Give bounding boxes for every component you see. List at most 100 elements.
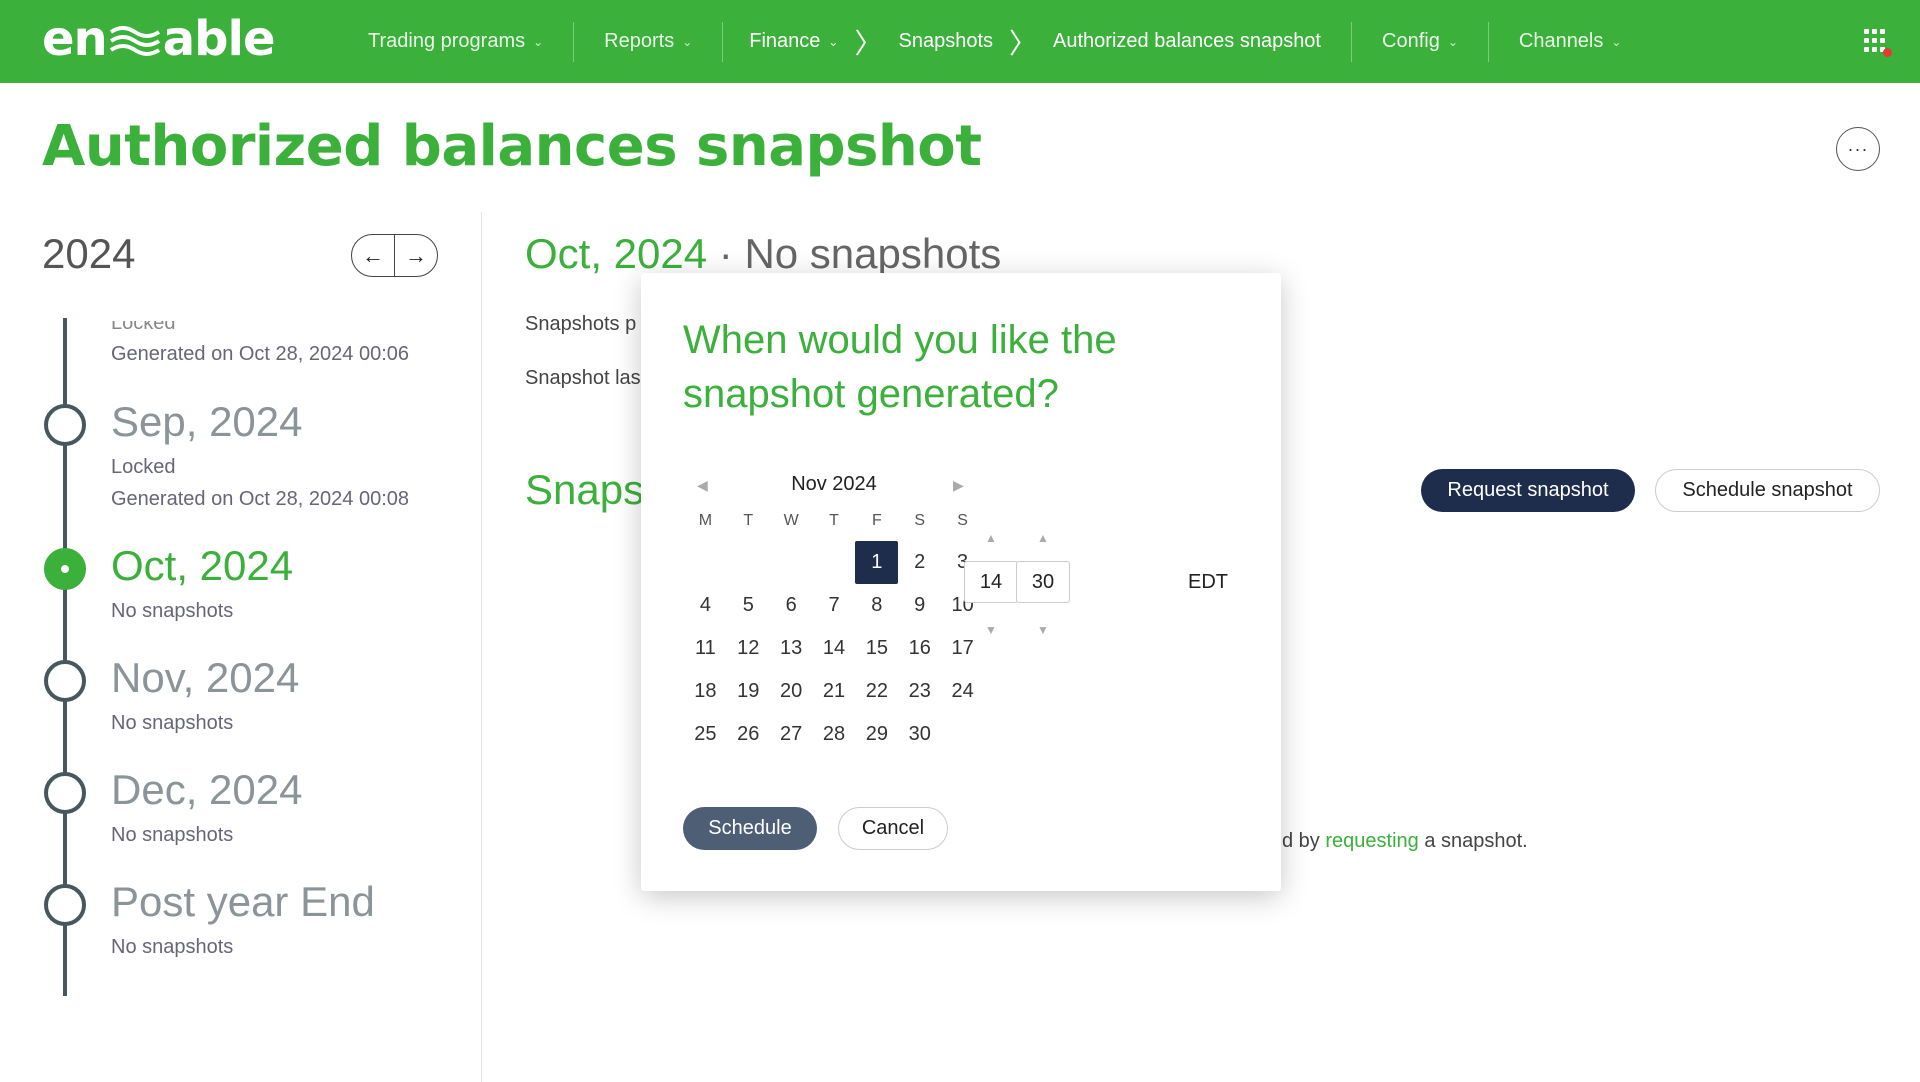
calendar-day[interactable]: 18 — [684, 670, 727, 713]
modal-schedule-button[interactable]: Schedule — [683, 807, 817, 850]
calendar-week-row: 18 19 20 21 22 23 24 — [684, 670, 984, 713]
timeline-entry-status: Locked — [111, 456, 176, 478]
minute-input[interactable]: 30 — [1016, 561, 1070, 603]
calendar-day[interactable]: 24 — [941, 670, 984, 713]
enable-logo[interactable]: en able — [42, 11, 276, 67]
snapshots-section-title: Snaps — [525, 466, 645, 513]
nav-item-channels[interactable]: Channels ⌄ — [1489, 22, 1652, 62]
timeline-node — [44, 404, 86, 446]
calendar-week-row: 11 12 13 14 15 16 17 — [684, 627, 984, 670]
calendar-day[interactable]: 9 — [898, 584, 941, 627]
calendar-day[interactable]: 25 — [684, 713, 727, 756]
modal-cancel-button[interactable]: Cancel — [838, 807, 948, 850]
nav-item-config[interactable]: Config ⌄ — [1352, 21, 1489, 62]
month-heading-separator: · — [707, 230, 745, 277]
nav-item-label: Config — [1382, 30, 1440, 52]
timeline-entry-status: No snapshots — [111, 936, 234, 958]
breadcrumb-finance[interactable]: Finance — [749, 30, 820, 53]
empty-state-note: d by requesting a snapshot. — [1282, 830, 1528, 853]
calendar-day[interactable]: 2 — [898, 541, 941, 584]
apps-grid-icon[interactable] — [1864, 29, 1892, 57]
timeline-entry-generated: Generated on Oct 28, 2024 00:08 — [111, 488, 409, 510]
calendar-day-selected[interactable]: 1 — [855, 541, 899, 584]
month-heading-month: Oct, 2024 — [525, 230, 708, 277]
calendar-day[interactable]: 21 — [813, 670, 856, 713]
calendar-day[interactable]: 27 — [770, 713, 813, 756]
timeline-entry-generated: Generated on Oct 28, 2024 00:06 — [111, 343, 409, 365]
weekday-header: T — [829, 512, 839, 529]
schedule-snapshot-button[interactable]: Schedule snapshot — [1655, 469, 1880, 512]
timeline-entry-title: Dec, 2024 — [111, 766, 303, 813]
calendar-day[interactable]: 11 — [684, 627, 727, 670]
calendar-day[interactable]: 26 — [727, 713, 770, 756]
calendar-day[interactable]: 29 — [855, 713, 898, 756]
weekday-header: F — [871, 512, 882, 529]
breadcrumb-snapshots[interactable]: Snapshots — [899, 30, 994, 53]
calendar-day[interactable]: 14 — [813, 627, 856, 670]
calendar-day[interactable]: 13 — [770, 627, 813, 670]
calendar-day[interactable]: 7 — [813, 584, 856, 627]
logo-text-left: en — [42, 11, 108, 67]
timeline-entry-title: Oct, 2024 — [111, 542, 294, 589]
chevron-down-icon: ⌄ — [1611, 34, 1622, 49]
arrow-left-icon: ← — [362, 242, 384, 268]
month-heading-status: No snapshots — [744, 230, 1002, 277]
breadcrumb: Finance ⌄ 〉 Snapshots 〉 Authorized balan… — [723, 21, 1352, 62]
weekday-header: M — [698, 512, 713, 529]
hour-up-icon[interactable]: ▲ — [964, 531, 1018, 545]
chevron-down-icon: ⌄ — [533, 34, 544, 49]
timeline-entry-title: Post year End — [111, 878, 375, 925]
calendar-month-label: Nov 2024 — [791, 473, 877, 495]
minute-down-icon[interactable]: ▼ — [1016, 623, 1070, 637]
notification-dot — [1883, 48, 1892, 57]
month-heading: Oct, 2024 · No snapshots — [525, 230, 1001, 278]
more-options-button[interactable]: ··· — [1836, 127, 1880, 171]
year-label: 2024 — [42, 230, 136, 277]
weekday-header: S — [914, 512, 926, 529]
requesting-link[interactable]: requesting — [1325, 830, 1418, 852]
calendar-week-row: 25 26 27 28 29 30 — [684, 713, 984, 756]
timeline-node — [44, 772, 86, 814]
request-snapshot-button[interactable]: Request snapshot — [1421, 469, 1635, 512]
calendar-day[interactable]: 16 — [898, 627, 941, 670]
calendar-day[interactable]: 19 — [727, 670, 770, 713]
calendar-weeks: 1 2 3 4 5 6 7 8 9 10 11 12 13 14 15 16 17 18 19 20 21 22 23 24 2… — [684, 541, 984, 756]
chevron-right-icon: 〉 — [1009, 27, 1038, 59]
logo-wave-icon — [109, 26, 160, 56]
timeline-entry-status: No snapshots — [111, 600, 234, 622]
calendar-day[interactable]: 30 — [898, 713, 941, 756]
minute-up-icon[interactable]: ▲ — [1016, 531, 1070, 545]
schedule-modal: When would you like the snapshot generat… — [641, 273, 1281, 891]
hour-down-icon[interactable]: ▼ — [964, 623, 1018, 637]
timeline-entry-title: Nov, 2024 — [111, 654, 300, 701]
logo-text-right: able — [162, 11, 276, 67]
chevron-down-icon: ⌄ — [682, 34, 693, 49]
calendar-day[interactable]: 12 — [727, 627, 770, 670]
calendar-day[interactable]: 23 — [898, 670, 941, 713]
previous-year-button[interactable]: ← — [352, 235, 395, 276]
calendar-grid: M T W T F S S 1 2 3 4 5 6 7 8 9 10 11 12 13 14 15 16 17 1… — [684, 507, 984, 756]
calendar-day[interactable]: 28 — [813, 713, 856, 756]
calendar-day[interactable]: 5 — [727, 584, 770, 627]
calendar-empty-cell — [813, 541, 856, 584]
calendar-day[interactable]: 22 — [855, 670, 898, 713]
nav-item-trading-programs[interactable]: Trading programs ⌄ — [338, 21, 575, 62]
sidebar-divider — [481, 212, 482, 1082]
chevron-down-icon[interactable]: ⌄ — [828, 35, 838, 49]
calendar-next-month-icon[interactable]: ▶ — [953, 477, 964, 494]
next-year-button[interactable]: → — [395, 235, 437, 276]
calendar-day[interactable]: 6 — [770, 584, 813, 627]
calendar-empty-cell — [684, 541, 727, 584]
snapshots-info-line: Snapshots p — [525, 313, 637, 335]
calendar-day[interactable]: 8 — [855, 584, 898, 627]
calendar-prev-month-icon[interactable]: ◀ — [697, 477, 708, 494]
timeline-node — [44, 660, 86, 702]
calendar-weekday-row: M T W T F S S — [684, 507, 984, 535]
calendar-day[interactable]: 4 — [684, 584, 727, 627]
nav-item-label: Channels — [1518, 30, 1604, 52]
nav-item-reports[interactable]: Reports ⌄ — [574, 21, 724, 62]
calendar-day[interactable]: 15 — [855, 627, 898, 670]
calendar-empty-cell — [727, 541, 770, 584]
calendar-day[interactable]: 20 — [770, 670, 813, 713]
hour-input[interactable]: 14 — [964, 561, 1018, 603]
